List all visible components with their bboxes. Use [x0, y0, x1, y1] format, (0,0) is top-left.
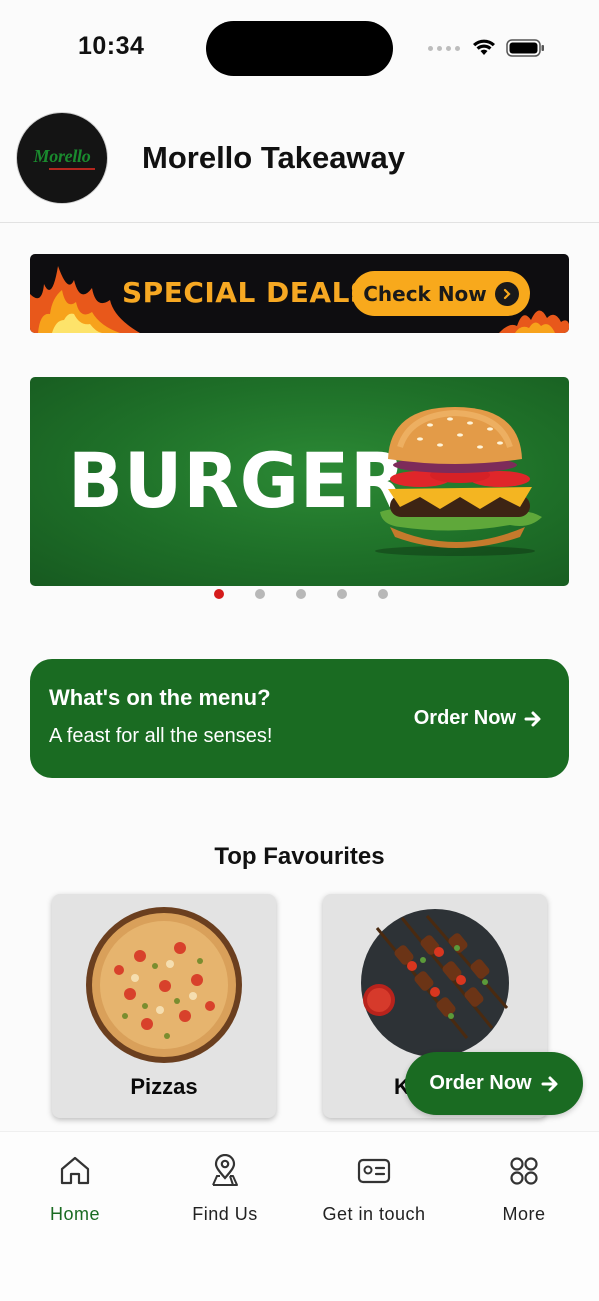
carousel-slide-title: BURGER [68, 436, 407, 526]
carousel-dot[interactable] [378, 589, 388, 599]
contact-card-icon [357, 1158, 391, 1184]
arrow-right-icon [524, 711, 541, 726]
app-header: Morello Morello Takeaway [0, 96, 599, 223]
grid-icon [510, 1157, 538, 1185]
favourite-card-pizzas[interactable]: Pizzas [52, 894, 276, 1118]
menu-card[interactable]: What's on the menu? A feast for all the … [30, 659, 569, 778]
tab-home[interactable]: Home [0, 1154, 150, 1225]
menu-card-subtitle: A feast for all the senses! [49, 725, 273, 747]
tab-find-us[interactable]: Find Us [150, 1154, 300, 1225]
tab-more[interactable]: More [449, 1154, 599, 1225]
carousel-dot[interactable] [337, 589, 347, 599]
section-title-favourites: Top Favourites [214, 843, 385, 870]
promo-carousel[interactable]: BURGER [30, 377, 569, 586]
kebab-image [361, 909, 509, 1057]
favourite-label: Pizzas [130, 1074, 198, 1099]
status-icons [428, 36, 548, 60]
burger-image [375, 407, 542, 556]
logo-text: Morello [33, 146, 91, 166]
page-title: Morello Takeaway [142, 140, 406, 175]
carousel-dot[interactable] [296, 589, 306, 599]
carousel-dot[interactable] [214, 589, 224, 599]
home-icon [60, 1156, 90, 1185]
pizza-image [86, 907, 242, 1063]
battery-icon [506, 39, 544, 57]
menu-order-now-button[interactable]: Order Now [414, 707, 542, 730]
bottom-tab-bar: Home Find Us Get in touch More [0, 1131, 599, 1301]
special-deals-banner[interactable]: SPECIAL DEALS Check Now [30, 254, 569, 333]
dynamic-island [206, 21, 393, 76]
arrow-right-icon [541, 1076, 558, 1091]
tab-label: Find Us [192, 1204, 258, 1224]
wifi-icon [473, 39, 495, 55]
carousel-dot[interactable] [255, 589, 265, 599]
floating-order-now-label: Order Now [429, 1072, 532, 1094]
carousel-pagination [214, 589, 388, 599]
tab-label: More [502, 1204, 546, 1224]
location-icon [212, 1154, 238, 1186]
deals-text: SPECIAL DEALS [122, 276, 371, 309]
check-now-label: Check Now [363, 281, 487, 306]
tab-label: Home [49, 1204, 100, 1224]
tab-get-in-touch[interactable]: Get in touch [299, 1154, 449, 1225]
status-time: 10:34 [78, 32, 145, 60]
menu-order-now-label: Order Now [413, 707, 516, 729]
menu-card-title: What's on the menu? [49, 685, 271, 710]
store-logo[interactable]: Morello [16, 112, 108, 204]
tab-label: Get in touch [322, 1204, 426, 1224]
flame-icon [499, 310, 569, 333]
status-bar: 10:34 [0, 0, 599, 96]
floating-order-now-button[interactable]: Order Now [405, 1052, 583, 1115]
cellular-signal-icon [428, 46, 460, 51]
